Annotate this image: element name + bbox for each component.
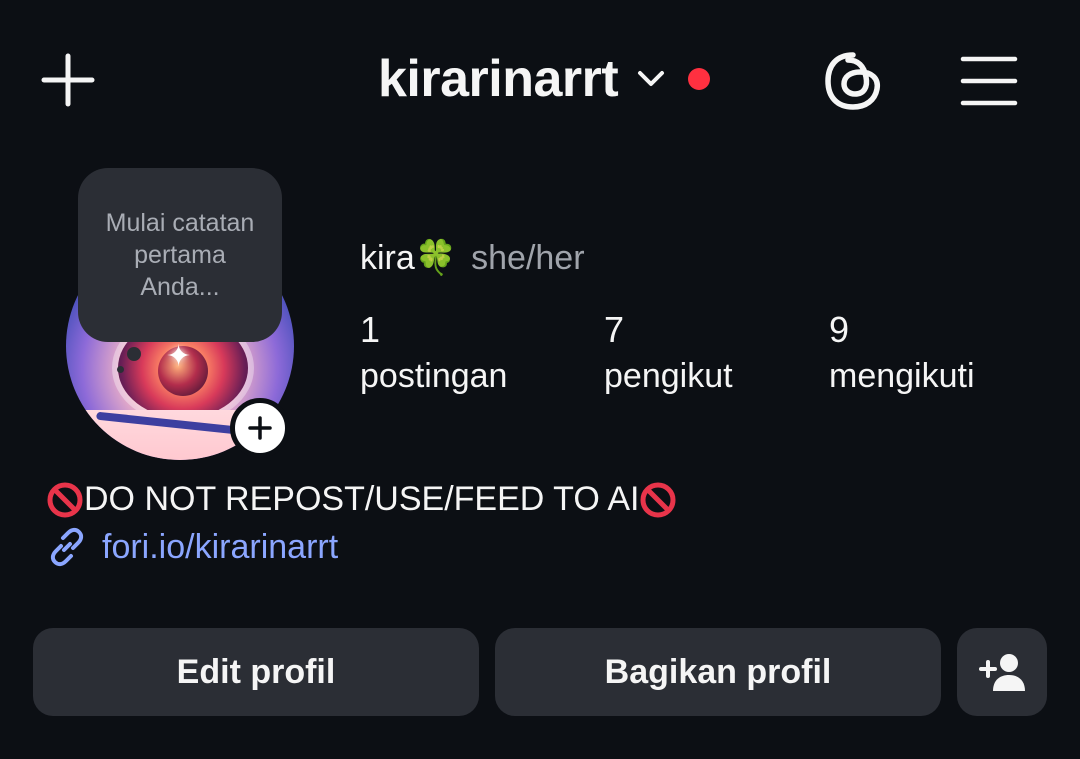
bio: DO NOT REPOST/USE/FEED TO AI bbox=[46, 480, 677, 519]
create-button[interactable] bbox=[36, 48, 100, 112]
stat-value: 1 bbox=[360, 309, 381, 350]
profile-link[interactable]: fori.io/kirarinarrt bbox=[46, 526, 338, 568]
stat-value: 9 bbox=[829, 309, 850, 350]
note-text: Mulai catatan pertama Anda... bbox=[105, 209, 255, 301]
stat-value: 7 bbox=[604, 309, 625, 350]
stat-followers[interactable]: 7 pengikut bbox=[604, 308, 733, 400]
share-profile-button[interactable]: Bagikan profil bbox=[495, 628, 941, 716]
prohibited-icon bbox=[46, 481, 84, 519]
prohibited-icon bbox=[639, 481, 677, 519]
discover-people-button[interactable] bbox=[957, 628, 1047, 716]
link-text: fori.io/kirarinarrt bbox=[102, 527, 339, 566]
stat-label: pengikut bbox=[604, 357, 733, 395]
username: kirarinarrt bbox=[378, 50, 619, 108]
plus-icon bbox=[41, 53, 95, 107]
display-name: kira🍀 bbox=[360, 239, 458, 277]
stat-label: mengikuti bbox=[829, 357, 975, 395]
menu-button[interactable] bbox=[956, 48, 1022, 114]
add-story-button[interactable] bbox=[230, 398, 290, 458]
link-icon bbox=[50, 527, 84, 567]
hamburger-menu-icon bbox=[960, 56, 1018, 106]
edit-profile-button[interactable]: Edit profil bbox=[33, 628, 479, 716]
note-bubble-tail bbox=[127, 347, 141, 361]
stat-following[interactable]: 9 mengikuti bbox=[829, 308, 975, 400]
stat-posts[interactable]: 1 postingan bbox=[360, 308, 507, 400]
threads-button[interactable] bbox=[818, 46, 888, 116]
threads-icon bbox=[825, 52, 881, 110]
note-bubble-tail-small bbox=[117, 366, 124, 373]
name-row: kira🍀 she/her bbox=[360, 238, 585, 278]
note-bubble[interactable]: Mulai catatan pertama Anda... bbox=[78, 168, 282, 342]
edit-profile-label: Edit profil bbox=[176, 652, 336, 691]
stat-label: postingan bbox=[360, 357, 508, 395]
account-switcher[interactable]: kirarinarrt bbox=[378, 44, 711, 114]
notification-dot bbox=[688, 68, 711, 90]
profile-page: kirarinarrt ✦ Mulai catatan pertama Anda… bbox=[0, 0, 1080, 759]
pronouns: she/her bbox=[471, 239, 585, 277]
share-profile-label: Bagikan profil bbox=[604, 652, 832, 691]
plus-icon bbox=[248, 416, 272, 440]
chevron-down-icon bbox=[636, 64, 666, 94]
bio-text: DO NOT REPOST/USE/FEED TO AI bbox=[84, 480, 640, 518]
add-person-icon bbox=[979, 654, 1025, 691]
